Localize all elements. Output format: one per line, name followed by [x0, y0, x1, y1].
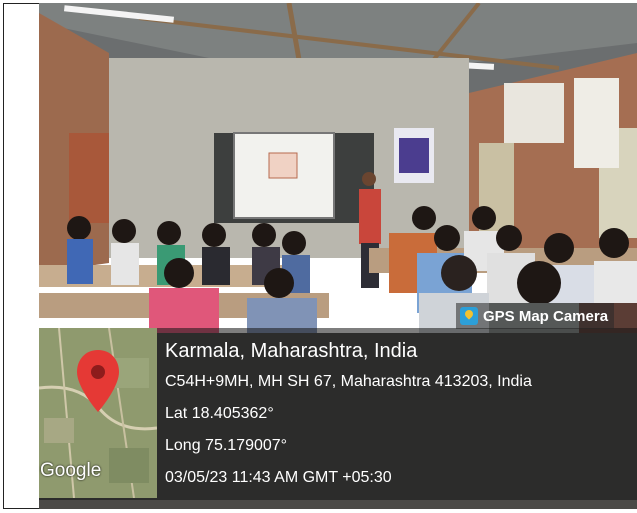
gps-map-camera-icon [460, 307, 478, 325]
location-title: Karmala, Maharashtra, India [165, 340, 418, 362]
location-latitude: Lat 18.405362° [165, 405, 274, 422]
gps-map-camera-badge: GPS Map Camera [456, 303, 615, 329]
location-datetime: 03/05/23 11:43 AM GMT +05:30 [165, 469, 392, 486]
location-address: C54H+9MH, MH SH 67, Maharashtra 413203, … [165, 373, 532, 390]
gps-badge-label: GPS Map Camera [483, 307, 609, 325]
google-logo: Google [40, 460, 102, 481]
location-longitude: Long 75.179007° [165, 437, 288, 454]
